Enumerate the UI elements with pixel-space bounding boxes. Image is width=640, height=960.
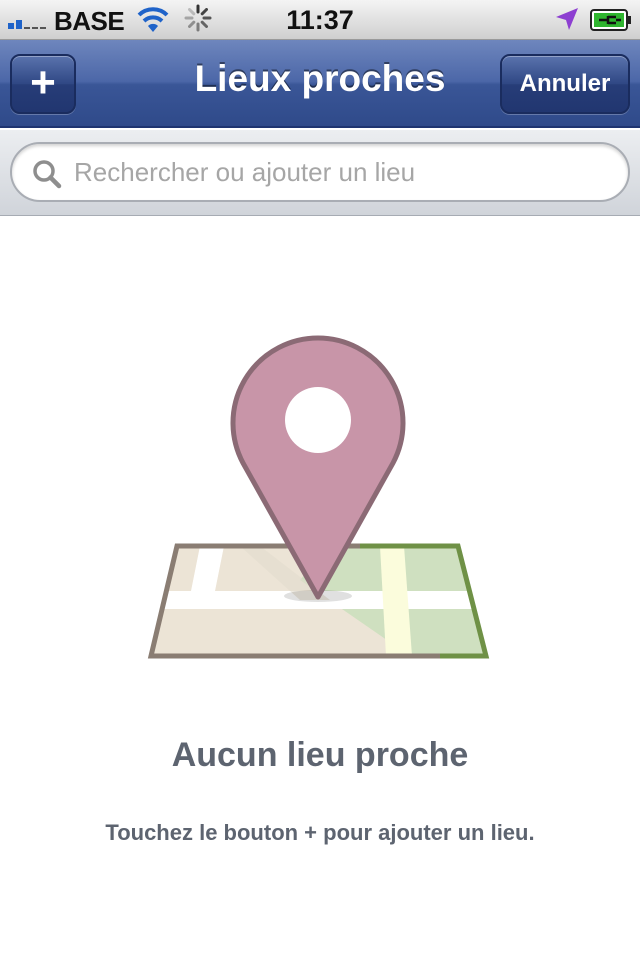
empty-state-hint: Touchez le bouton + pour ajouter un lieu… bbox=[105, 820, 535, 845]
search-field[interactable] bbox=[10, 142, 630, 202]
page-title: Lieux proches bbox=[194, 58, 446, 99]
status-time: 11:37 bbox=[286, 5, 354, 35]
search-input[interactable] bbox=[74, 150, 604, 194]
empty-state-title: Aucun lieu proche bbox=[171, 736, 469, 774]
battery-charging-icon bbox=[590, 9, 631, 31]
search-icon bbox=[33, 160, 62, 189]
map-pin-icon bbox=[147, 335, 490, 659]
cancel-button[interactable]: Annuler bbox=[500, 54, 630, 114]
nearby-places-screen: BASE 11:37 + Lieux proches Annuler Reche… bbox=[0, 0, 640, 960]
add-place-button[interactable]: + bbox=[10, 54, 76, 114]
location-arrow-icon bbox=[556, 8, 578, 30]
status-bar: BASE 11:37 bbox=[0, 0, 640, 40]
search-bar bbox=[0, 130, 640, 216]
navigation-bar: + Lieux proches Annuler bbox=[0, 40, 640, 128]
